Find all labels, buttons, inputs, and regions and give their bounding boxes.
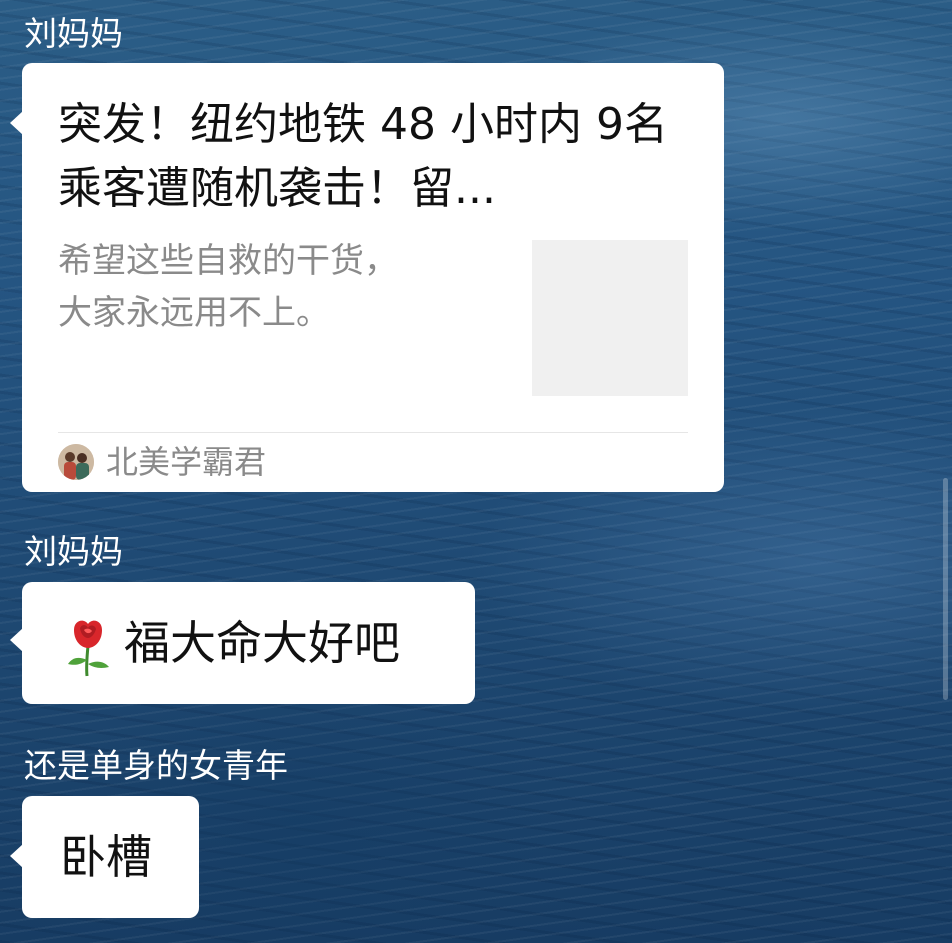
article-description-line: 希望这些自救的干货， <box>58 241 398 281</box>
article-description: 希望这些自救的干货， 大家永远用不上。 <box>58 235 498 339</box>
rose-emoji-icon <box>68 620 109 676</box>
article-thumbnail <box>532 240 688 396</box>
article-source-name: 北美学霸君 <box>106 443 267 481</box>
message-bubble[interactable]: 福大命大好吧 <box>10 582 475 704</box>
source-avatar-icon <box>58 444 94 480</box>
article-title: 突发！纽约地铁 48 小时内 9名乘客遭随机袭击！留... <box>58 99 668 214</box>
message-content: 福大命大好吧 <box>60 612 400 678</box>
message-bubble[interactable]: 卧槽 <box>10 796 199 918</box>
message-text: 福大命大好吧 <box>124 616 400 670</box>
sender-name: 还是单身的女青年 <box>24 746 288 785</box>
article-card[interactable]: 突发！纽约地铁 48 小时内 9名乘客遭随机袭击！留... 希望这些自救的干货，… <box>10 63 724 492</box>
card-divider <box>58 432 688 433</box>
scrollbar[interactable] <box>943 478 948 700</box>
article-description-line: 大家永远用不上。 <box>58 293 330 333</box>
sender-name: 刘妈妈 <box>24 14 123 53</box>
sender-name: 刘妈妈 <box>24 532 123 571</box>
message-text: 卧槽 <box>60 830 152 884</box>
